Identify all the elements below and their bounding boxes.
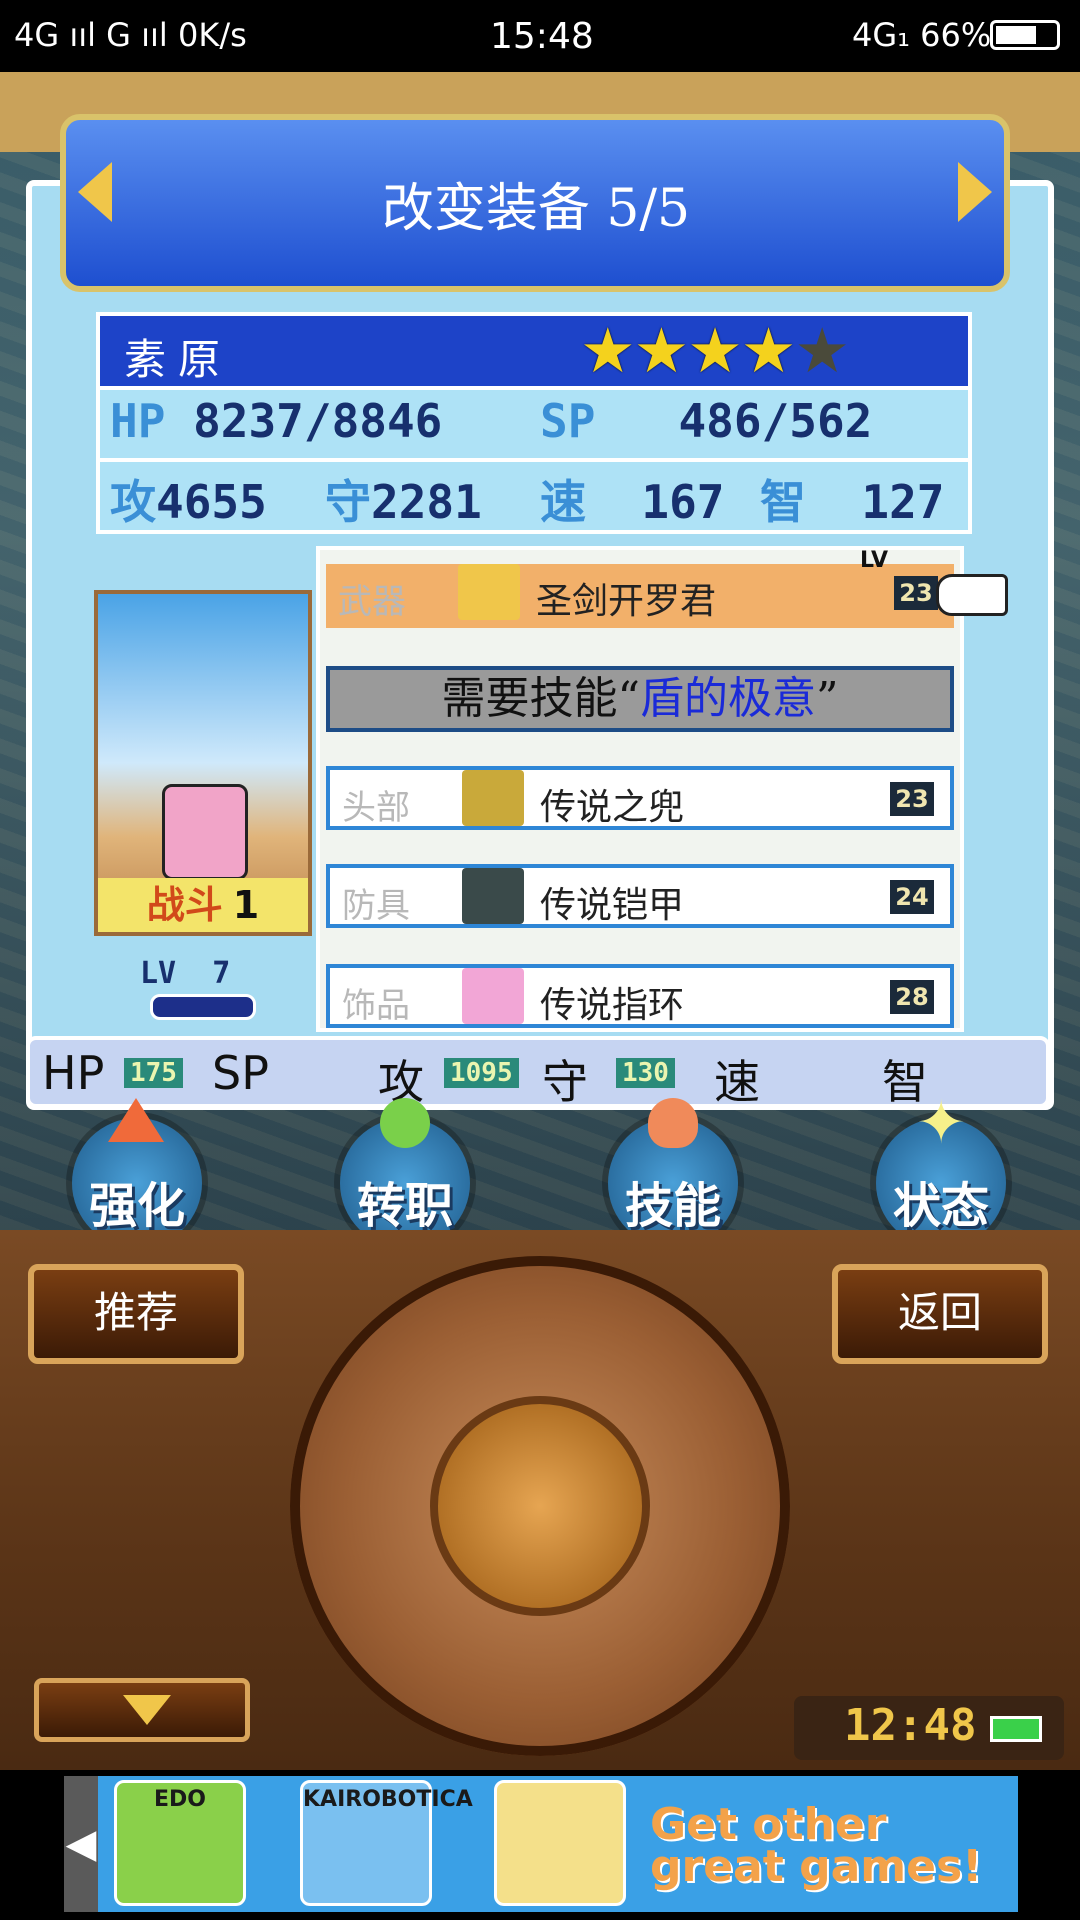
hand-pointer-icon: [936, 574, 1008, 616]
equipment-list: 武器 圣剑开罗君 23 需要技能“盾的极意” 头部 传说之兜 23 防具 传说铠…: [316, 546, 964, 1032]
ad-app-edo[interactable]: EDO: [114, 1780, 246, 1906]
atk-stat: 攻4655: [110, 475, 267, 529]
armor-icon: [462, 868, 524, 924]
exp-bar: [150, 994, 256, 1020]
star-icon: ★: [687, 314, 743, 387]
head-slot[interactable]: 头部 传说之兜 23: [326, 766, 954, 830]
dpad-center-button[interactable]: [430, 1396, 650, 1616]
ad-app-kairobotica[interactable]: KAIROBOTICA: [300, 1780, 473, 1906]
equipment-bonus-bar: HP 175 SP 攻 1095 守 130 速 智: [26, 1036, 1050, 1109]
character-sprite: [162, 784, 248, 880]
more-games-text[interactable]: Get other great games!: [650, 1803, 982, 1889]
back-button[interactable]: 返回: [832, 1264, 1048, 1364]
helmet-icon: [462, 770, 524, 826]
spd-stat: 速 167: [540, 475, 725, 529]
ad-app-cafe[interactable]: [494, 1780, 626, 1906]
star-icon: ★: [740, 314, 797, 387]
name-bar: 素原 ★★★★★: [100, 316, 968, 386]
next-arrow-icon[interactable]: [958, 162, 992, 222]
game-clock: 12:48: [794, 1696, 1064, 1760]
ring-icon: [462, 968, 524, 1024]
level-display: LV 7: [140, 956, 231, 991]
character-stats: 素原 ★★★★★ HP 8237/8846 SP 486/562 攻4655 守…: [96, 312, 972, 534]
sp-stat: SP 486/562: [540, 394, 873, 448]
def-stat: 守2281: [325, 475, 482, 529]
rank-stars: ★★★★★: [580, 320, 850, 382]
character-portrait: 战斗 1: [94, 590, 312, 936]
hp-sp-row: HP 8237/8846 SP 486/562: [100, 386, 968, 458]
sword-icon: [458, 564, 520, 620]
character-name: 素原: [124, 335, 233, 384]
leaf-icon: [380, 1098, 430, 1148]
weapon-slot[interactable]: 武器 圣剑开罗君 23: [326, 564, 954, 628]
flame-icon: [648, 1098, 698, 1148]
chevron-down-icon: [123, 1695, 171, 1725]
accessory-slot[interactable]: 饰品 传说指环 28: [326, 964, 954, 1028]
star-icon: ★: [633, 314, 690, 387]
ad-banner: ◀ EDO KAIROBOTICA Get other great games!: [0, 1770, 1080, 1920]
recommend-button[interactable]: 推荐: [28, 1264, 244, 1364]
attr-row: 攻4655 守2281 速 167 智 127: [100, 458, 968, 530]
page-title: 改变装备 5/5: [381, 179, 691, 239]
battery-icon: [990, 20, 1060, 50]
hp-stat: HP 8237/8846: [110, 394, 443, 448]
sparkle-icon: ✦: [916, 1088, 967, 1158]
battery-text: 4G₁ 66%: [852, 16, 992, 54]
status-bar: 4G ııl G ııl 0K/s 15:48 4G₁ 66%: [0, 0, 1080, 72]
game-screen: 改变装备 5/5 素原 ★★★★★ HP 8237/8846 SP 486/56…: [0, 72, 1080, 1230]
job-label: 战斗 1: [98, 878, 308, 932]
star-empty-icon: ★: [794, 314, 850, 387]
dpad[interactable]: [290, 1256, 790, 1756]
skill-requirement: 需要技能“盾的极意”: [326, 666, 954, 732]
status-time: 15:48: [490, 16, 594, 57]
down-button[interactable]: [34, 1678, 250, 1742]
ad-prev-arrow-icon[interactable]: ◀: [64, 1776, 98, 1912]
signal-indicators: 4G ııl G ııl 0K/s: [14, 16, 247, 54]
battery-icon: [990, 1716, 1042, 1742]
lv-tag: LV: [860, 548, 889, 573]
armor-slot[interactable]: 防具 传说铠甲 24: [326, 864, 954, 928]
star-icon: ★: [580, 314, 636, 387]
int-stat: 智 127: [760, 475, 945, 529]
title-bar: 改变装备 5/5: [60, 114, 1010, 292]
up-arrow-icon: [108, 1098, 164, 1142]
